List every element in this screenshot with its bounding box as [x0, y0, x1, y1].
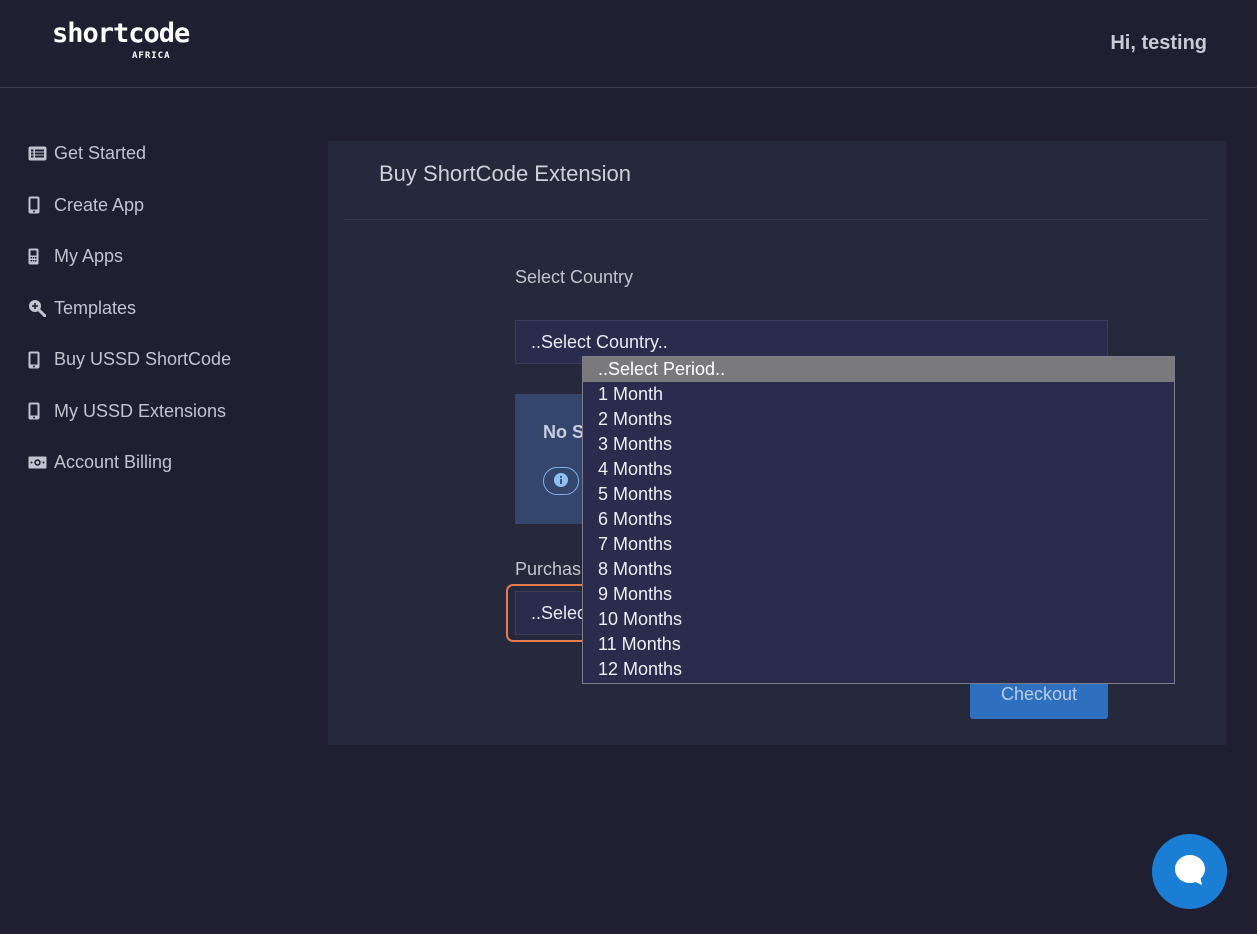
list-icon — [28, 146, 54, 161]
shortcode-logo[interactable]: shortcode AFRICA — [52, 18, 190, 62]
sidebar-item-label: Buy USSD ShortCode — [54, 349, 232, 370]
logo-subtext: AFRICA — [132, 51, 171, 61]
sidebar-item-label: Account Billing — [54, 452, 173, 473]
chat-launcher-button[interactable] — [1152, 834, 1227, 909]
sidebar-item-create-app[interactable]: Create App — [28, 180, 231, 232]
dropdown-option[interactable]: 1 Month — [583, 382, 1174, 407]
sidebar-item-label: Get Started — [54, 143, 147, 164]
dropdown-option[interactable]: 8 Months — [583, 557, 1174, 582]
dropdown-option[interactable]: 11 Months — [583, 632, 1174, 657]
info-badge — [543, 467, 579, 495]
title-divider — [344, 219, 1208, 220]
info-icon — [554, 472, 568, 491]
sidebar-item-templates[interactable]: Templates — [28, 283, 231, 335]
logo-text: shortcode — [52, 18, 190, 49]
sidebar-item-get-started[interactable]: Get Started — [28, 128, 231, 180]
dropdown-option[interactable]: 2 Months — [583, 407, 1174, 432]
dropdown-option[interactable]: 7 Months — [583, 532, 1174, 557]
chat-bubble-icon — [1171, 851, 1209, 893]
dropdown-option[interactable]: 4 Months — [583, 457, 1174, 482]
sidebar-item-account-billing[interactable]: Account Billing — [28, 437, 231, 489]
period-select-value: ..Selec — [531, 602, 587, 623]
dropdown-option[interactable]: 9 Months — [583, 582, 1174, 607]
top-bar: shortcode AFRICA Hi, testing — [0, 0, 1257, 88]
search-plus-icon — [28, 299, 54, 318]
user-greeting[interactable]: Hi, testing — [1110, 32, 1207, 55]
sidebar-item-my-apps[interactable]: My Apps — [28, 231, 231, 283]
country-select-value: ..Select Country.. — [531, 331, 668, 352]
sidebar-item-label: Create App — [54, 194, 145, 215]
mobile-icon — [28, 402, 54, 420]
sidebar: Get Started Create App My Apps Templates… — [28, 128, 231, 489]
country-label: Select Country — [515, 267, 634, 287]
dropdown-option[interactable]: 6 Months — [583, 507, 1174, 532]
mobile-alt-icon — [28, 248, 54, 265]
page-title: Buy ShortCode Extension — [379, 161, 631, 186]
sidebar-item-label: Templates — [54, 297, 137, 318]
sidebar-item-label: My Apps — [54, 246, 124, 267]
dropdown-option[interactable]: 12 Months — [583, 657, 1174, 682]
sidebar-item-my-ussd-extensions[interactable]: My USSD Extensions — [28, 386, 231, 438]
mobile-icon — [28, 351, 54, 369]
mobile-icon — [28, 196, 54, 214]
purchase-period-label: Purchas — [515, 559, 582, 579]
sidebar-item-label: My USSD Extensions — [54, 400, 227, 421]
info-alert-title: No S — [543, 422, 585, 442]
dropdown-option[interactable]: 10 Months — [583, 607, 1174, 632]
dropdown-option[interactable]: 5 Months — [583, 482, 1174, 507]
dropdown-option[interactable]: 3 Months — [583, 432, 1174, 457]
period-dropdown[interactable]: ..Select Period.. 1 Month 2 Months 3 Mon… — [582, 356, 1175, 684]
dropdown-option[interactable]: ..Select Period.. — [583, 357, 1174, 382]
sidebar-item-buy-ussd-shortcode[interactable]: Buy USSD ShortCode — [28, 334, 231, 386]
money-bill-icon — [28, 456, 54, 469]
